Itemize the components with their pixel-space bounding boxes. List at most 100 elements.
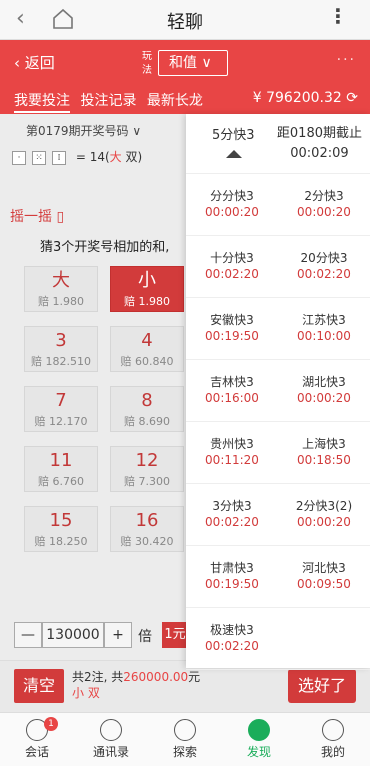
game-option[interactable]: 安徽快3 00:19:50 [186, 312, 278, 344]
game-option[interactable]: 2分快3(2) 00:00:20 [278, 498, 370, 530]
game-countdown: 00:00:20 [205, 205, 259, 219]
game-option[interactable]: 上海快3 00:18:50 [278, 436, 370, 468]
odds-cell-value: 小 [138, 270, 156, 291]
bet-summary: 共2注, 共260000.00元 小 双 [72, 669, 200, 701]
game-option[interactable]: 贵州快3 00:11:20 [186, 436, 278, 468]
game-row: 分分快3 00:00:20 2分快3 00:00:20 [186, 174, 370, 236]
mode-select[interactable]: 和值 ∨ [158, 50, 228, 76]
game-row: 吉林快3 00:16:00 湖北快3 00:00:20 [186, 360, 370, 422]
game-name: 2分快3 [304, 189, 344, 203]
game-name: 吉林快3 [210, 375, 254, 389]
tab-latest-streaks[interactable]: 最新长龙 [147, 93, 203, 109]
odds-cell[interactable]: 3 赔 182.510 [24, 326, 98, 372]
game-row: 甘肃快3 00:19:50 河北快3 00:09:50 [186, 546, 370, 608]
confirm-button[interactable]: 选好了 [288, 669, 356, 703]
odds-cell-value: 15 [49, 510, 73, 531]
odds-cell[interactable]: 4 赔 60.840 [110, 326, 184, 372]
odds-cell-odds: 赔 60.840 [120, 355, 174, 368]
odds-cell[interactable]: 大赔 1.980 [24, 266, 98, 312]
odds-cell-odds: 赔 18.250 [34, 535, 88, 548]
game-switch-panel: 5分快3 距0180期截止 00:02:09 分分快3 00:00:20 2分快3 00… [186, 114, 370, 670]
compass-icon [248, 719, 270, 741]
game-countdown: 00:02:20 [205, 515, 259, 529]
game-name: 十分快3 [210, 251, 254, 265]
odds-cell[interactable]: 16 赔 30.420 [110, 506, 184, 552]
game-option[interactable]: 甘肃快3 00:19:50 [186, 560, 278, 592]
odds-cell-value: 16 [135, 510, 159, 531]
header-tabs: 我要投注 投注记录 最新长龙 [14, 90, 209, 113]
nav-explore[interactable]: 探索 [148, 719, 222, 760]
game-name: 贵州快3 [210, 437, 254, 451]
game-row: 安徽快3 00:19:50 江苏快3 00:10:00 [186, 298, 370, 360]
app-bar: ‹ 轻聊 ⋮ [0, 0, 370, 40]
deadline-time: 00:02:09 [290, 146, 349, 161]
tab-bet[interactable]: 我要投注 [14, 93, 70, 113]
bottom-nav: 1 会话 通讯录 探索 发现 我的 [0, 712, 370, 766]
odds-cell[interactable]: 8 赔 8.690 [110, 386, 184, 432]
odds-cell[interactable]: 小赔 1.980 [110, 266, 184, 312]
game-countdown: 00:16:00 [205, 391, 259, 405]
game-name: 安徽快3 [210, 313, 254, 327]
nav-discover[interactable]: 发现 [222, 719, 296, 760]
game-option[interactable]: 江苏快3 00:10:00 [278, 312, 370, 344]
unit-button[interactable]: 1元 [162, 622, 188, 648]
game-row: 十分快3 00:02:20 20分快3 00:02:20 [186, 236, 370, 298]
game-option[interactable]: 十分快3 00:02:20 [186, 250, 278, 282]
game-name: 分分快3 [210, 189, 254, 203]
game-option[interactable]: 20分快3 00:02:20 [278, 250, 370, 282]
return-label: 返回 [24, 54, 55, 72]
tab-bet-records[interactable]: 投注记录 [80, 93, 136, 109]
game-countdown: 00:00:20 [297, 515, 351, 529]
odds-cell-odds: 赔 12.170 [34, 415, 88, 428]
clear-button[interactable]: 清空 [14, 669, 64, 703]
game-option[interactable]: 吉林快3 00:16:00 [186, 374, 278, 406]
nav-contacts[interactable]: 通讯录 [74, 719, 148, 760]
game-option[interactable]: 湖北快3 00:00:20 [278, 374, 370, 406]
game-row: 极速快3 00:02:20 [186, 608, 370, 670]
phone-shake-icon: ▯ [56, 209, 65, 225]
nav-chats[interactable]: 1 会话 [0, 717, 74, 760]
game-row: 贵州快3 00:11:20 上海快3 00:18:50 [186, 422, 370, 484]
game-option[interactable]: 极速快3 00:02:20 [186, 622, 278, 654]
game-option[interactable]: 分分快3 00:00:20 [186, 188, 278, 220]
odds-cell[interactable]: 7 赔 12.170 [24, 386, 98, 432]
current-game-name: 5分快3 [212, 128, 255, 143]
game-list: 分分快3 00:00:20 2分快3 00:00:20 十分快3 00:02:20 20分快… [186, 174, 370, 670]
dice-icon: ⁞ [52, 150, 66, 165]
odds-cell-odds: 赔 1.980 [124, 295, 170, 308]
caret-up-icon[interactable] [226, 150, 242, 158]
nav-me[interactable]: 我的 [296, 719, 370, 760]
multiplier-input[interactable]: 130000 [42, 622, 104, 648]
minus-button[interactable]: — [14, 622, 42, 648]
summary-text-1: 共2注, 共 [72, 670, 124, 684]
game-option[interactable]: 2分快3 00:00:20 [278, 188, 370, 220]
sum-text: = 14( [75, 150, 110, 164]
plus-button[interactable]: + [104, 622, 132, 648]
shake-button[interactable]: 摇一摇 ▯ [10, 206, 64, 226]
odds-cell-odds: 赔 30.420 [120, 535, 174, 548]
issue-selector[interactable]: 第0179期开奖号码 ∨ [26, 122, 141, 139]
balance: ¥ 796200.32 ⟳ [253, 90, 358, 106]
odds-cell[interactable]: 15 赔 18.250 [24, 506, 98, 552]
game-option[interactable]: 3分快3 00:02:20 [186, 498, 278, 530]
nav-label: 发现 [246, 745, 271, 759]
panel-header: 5分快3 距0180期截止 00:02:09 [186, 114, 370, 174]
more-menu-icon[interactable]: ⋮ [328, 4, 348, 28]
dice-icon: ⁙ [32, 150, 46, 165]
game-header: ‹ 返回 玩法 和值 ∨ ··· 我要投注 投注记录 最新长龙 ¥ 796200… [0, 40, 370, 114]
odds-cell[interactable]: 11 赔 6.760 [24, 446, 98, 492]
header-more-icon[interactable]: ··· [337, 52, 356, 68]
return-button[interactable]: ‹ 返回 [14, 52, 55, 73]
play-label: 玩法 [142, 51, 152, 76]
sum-tail: 双) [121, 150, 143, 164]
odds-cell[interactable]: 12 赔 7.300 [110, 446, 184, 492]
deadline: 距0180期截止 00:02:09 [277, 124, 362, 164]
deadline-label: 距0180期截止 [276, 126, 362, 141]
game-countdown: 00:02:20 [297, 267, 351, 281]
nav-label: 通讯录 [92, 745, 129, 759]
refresh-icon[interactable]: ⟳ [346, 90, 358, 106]
odds-cell-odds: 赔 1.980 [38, 295, 84, 308]
game-option[interactable]: 河北快3 00:09:50 [278, 560, 370, 592]
odds-cell-odds: 赔 182.510 [31, 355, 91, 368]
mode-select-value: 和值 [169, 55, 197, 71]
